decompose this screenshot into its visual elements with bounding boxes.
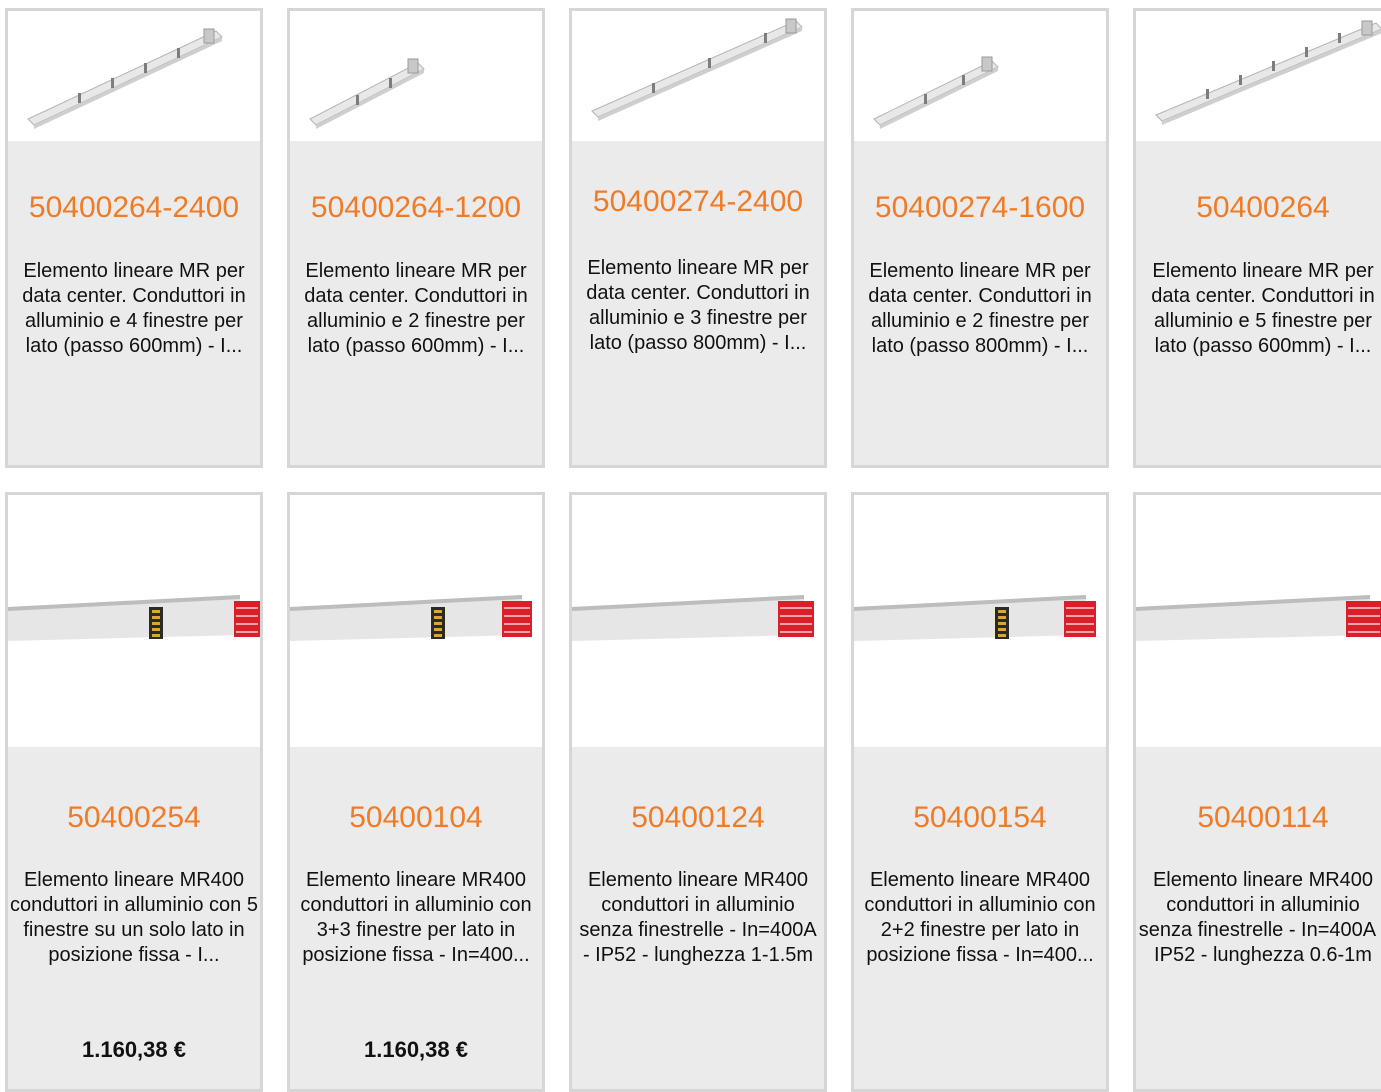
product-image[interactable] <box>8 495 260 747</box>
busbar-long-icon <box>1155 20 1381 125</box>
product-description: Elemento lineare MR400 conduttori in all… <box>1138 869 1381 966</box>
product-card[interactable]: 50400274-2400 Elemento lineare MR per da… <box>569 8 827 468</box>
product-description: Elemento lineare MR400 conduttori in all… <box>864 869 1096 966</box>
product-description: Elemento lineare MR per data center. Con… <box>1151 260 1375 357</box>
product-image[interactable] <box>1136 495 1381 747</box>
product-card[interactable]: 50400114 Elemento lineare MR400 condutto… <box>1133 492 1381 1092</box>
product-card[interactable]: 50400254 Elemento lineare MR400 condutto… <box>5 492 263 1092</box>
product-code[interactable]: 50400104 <box>290 801 542 835</box>
product-code[interactable]: 50400114 <box>1136 801 1381 835</box>
product-description: Elemento lineare MR400 conduttori in all… <box>10 869 258 966</box>
product-image[interactable] <box>8 11 260 141</box>
product-description: Elemento lineare MR per data center. Con… <box>868 260 1092 357</box>
product-description: Elemento lineare MR400 conduttori in all… <box>579 869 817 966</box>
busbar-window-icon <box>854 595 1096 641</box>
busbar-plain-icon <box>572 595 814 641</box>
product-code[interactable]: 50400124 <box>572 801 824 835</box>
product-image[interactable] <box>572 495 824 747</box>
busbar-long-icon <box>27 28 223 129</box>
product-price: 1.160,38 € <box>82 1037 186 1062</box>
product-description: Elemento lineare MR400 conduttori in all… <box>300 869 532 966</box>
busbar-window-icon <box>290 595 532 641</box>
product-image[interactable] <box>854 495 1106 747</box>
product-image[interactable] <box>854 11 1106 141</box>
product-card[interactable]: 50400124 Elemento lineare MR400 condutto… <box>569 492 827 1092</box>
product-description: Elemento lineare MR per data center. Con… <box>586 257 810 354</box>
product-card[interactable]: 50400264 Elemento lineare MR per data ce… <box>1133 8 1381 468</box>
product-description: Elemento lineare MR per data center. Con… <box>304 260 528 357</box>
product-code[interactable]: 50400264-1200 <box>290 191 542 225</box>
product-card[interactable]: 50400264-2400 Elemento lineare MR per da… <box>5 8 263 468</box>
busbar-window-icon <box>8 595 260 641</box>
product-code[interactable]: 50400264 <box>1136 191 1381 225</box>
busbar-long-icon <box>591 18 803 121</box>
busbar-short-icon <box>309 58 425 129</box>
product-image[interactable] <box>290 495 542 747</box>
product-image[interactable] <box>290 11 542 141</box>
product-image[interactable] <box>1136 11 1381 141</box>
product-code[interactable]: 50400254 <box>8 801 260 835</box>
product-code[interactable]: 50400274-1600 <box>854 191 1106 225</box>
product-card[interactable]: 50400264-1200 Elemento lineare MR per da… <box>287 8 545 468</box>
product-card[interactable]: 50400104 Elemento lineare MR400 condutto… <box>287 492 545 1092</box>
product-price: 1.160,38 € <box>364 1037 468 1062</box>
product-card[interactable]: 50400274-1600 Elemento lineare MR per da… <box>851 8 1109 468</box>
busbar-short-icon <box>873 56 999 129</box>
product-code[interactable]: 50400154 <box>854 801 1106 835</box>
product-code[interactable]: 50400274-2400 <box>572 185 824 219</box>
product-code[interactable]: 50400264-2400 <box>8 191 260 225</box>
product-description: Elemento lineare MR per data center. Con… <box>22 260 246 357</box>
busbar-plain-icon <box>1136 595 1381 641</box>
product-card[interactable]: 50400154 Elemento lineare MR400 condutto… <box>851 492 1109 1092</box>
product-image[interactable] <box>572 11 824 141</box>
